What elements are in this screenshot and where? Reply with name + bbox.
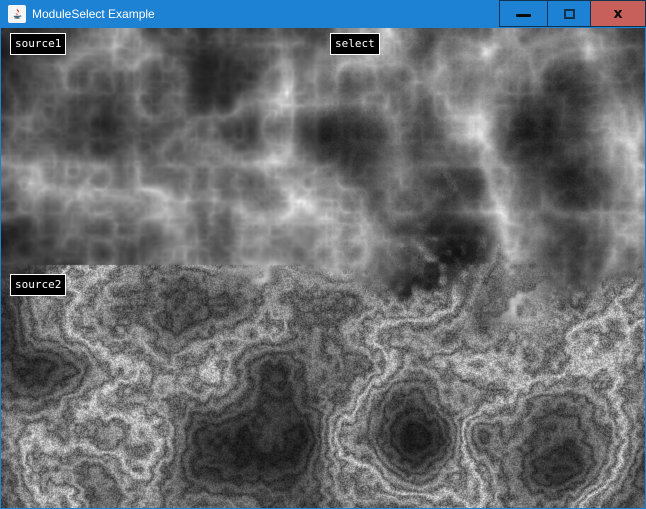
maximize-square-icon <box>564 9 575 19</box>
noise-preview-canvas <box>1 28 645 508</box>
maximize-button[interactable] <box>548 0 591 27</box>
window-controls: x <box>499 0 646 27</box>
window-title: ModuleSelect Example <box>32 0 155 28</box>
app-window: ModuleSelect Example x source1 select so… <box>0 0 646 509</box>
label-source1: source1 <box>10 33 66 55</box>
minimize-dash-icon <box>516 14 531 17</box>
titlebar[interactable]: ModuleSelect Example x <box>0 0 646 28</box>
close-button[interactable]: x <box>591 0 646 27</box>
label-select: select <box>330 33 380 55</box>
close-x-icon: x <box>613 7 622 21</box>
minimize-button[interactable] <box>499 0 548 27</box>
label-source2: source2 <box>10 274 66 296</box>
java-coffee-cup-icon <box>8 5 26 23</box>
render-area: source1 select source2 <box>0 28 646 509</box>
